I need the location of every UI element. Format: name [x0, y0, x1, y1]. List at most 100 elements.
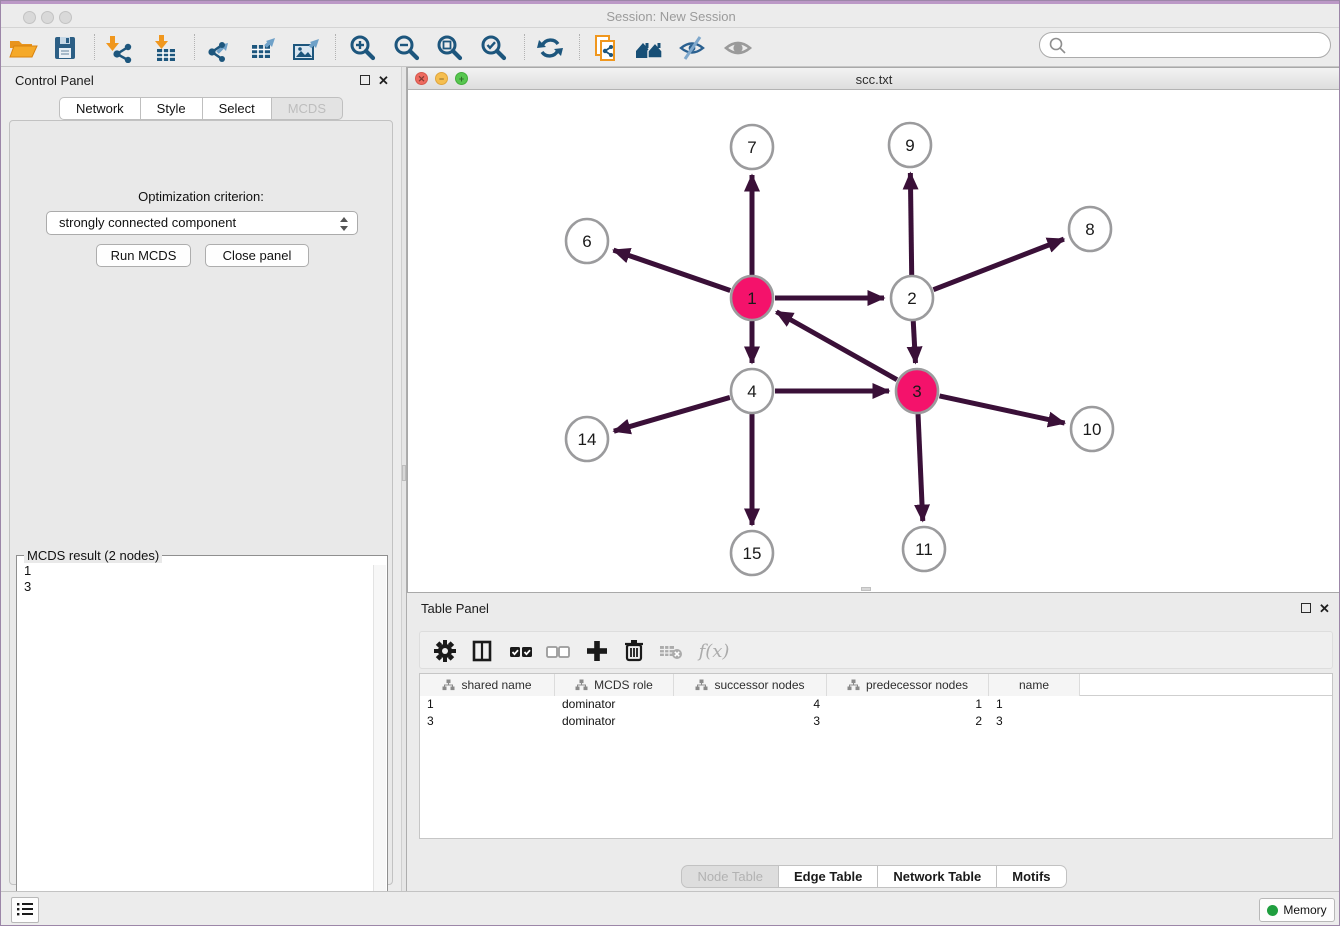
memory-button[interactable]: Memory — [1259, 898, 1335, 922]
control-panel-tabs: NetworkStyleSelectMCDS — [1, 97, 401, 120]
task-history-list-icon[interactable] — [11, 897, 39, 923]
table-row[interactable]: 1dominator411 — [420, 696, 1332, 713]
delete-table-icon[interactable] — [654, 634, 688, 668]
open-session-icon[interactable] — [6, 33, 40, 63]
control-panel-title: Control Panel — [15, 73, 94, 88]
import-table-icon[interactable] — [149, 33, 183, 63]
toolbar-separator — [579, 34, 580, 60]
zoom-in-icon[interactable] — [346, 33, 380, 63]
graph-node-3[interactable]: 3 — [896, 369, 938, 413]
tab-edge-table[interactable]: Edge Table — [779, 865, 878, 888]
close-panel-icon[interactable]: ✕ — [378, 76, 389, 86]
network-window-titlebar[interactable]: ✕ − + scc.txt — [408, 68, 1340, 90]
tab-network-table[interactable]: Network Table — [878, 865, 997, 888]
application-window: Session: New Session — [0, 0, 1340, 926]
zoom-fit-icon[interactable] — [433, 33, 467, 63]
export-network-icon[interactable] — [202, 33, 236, 63]
table-toolbar: f(x) — [419, 631, 1333, 669]
splitter-handle[interactable] — [402, 465, 406, 481]
control-panel: Control Panel ✕ NetworkStyleSelectMCDS O… — [1, 67, 401, 891]
graph-node-15[interactable]: 15 — [731, 531, 773, 575]
tab-network[interactable]: Network — [59, 97, 141, 120]
graph-node-1[interactable]: 1 — [731, 276, 773, 320]
run-mcds-button[interactable]: Run MCDS — [96, 244, 191, 267]
column-header-shared-name[interactable]: shared name — [420, 674, 555, 696]
table-cell[interactable]: 3 — [989, 713, 1080, 730]
table-cell[interactable]: 1 — [420, 696, 555, 713]
settings-gear-icon[interactable] — [428, 634, 462, 668]
table-cell[interactable]: 1 — [989, 696, 1080, 713]
toolbar-separator — [524, 34, 525, 60]
refresh-icon[interactable] — [533, 33, 567, 63]
tab-motifs[interactable]: Motifs — [997, 865, 1066, 888]
delete-row-trash-icon[interactable] — [617, 634, 651, 668]
table-row[interactable]: 3dominator323 — [420, 713, 1332, 730]
search-input[interactable] — [1070, 35, 1320, 55]
window-title: Session: New Session — [1, 9, 1340, 24]
window-resize-handle[interactable] — [861, 587, 871, 591]
graph-node-7[interactable]: 7 — [731, 125, 773, 169]
graph-edge-2-3[interactable] — [913, 321, 915, 363]
search-box — [1039, 32, 1331, 58]
column-view-icon[interactable] — [465, 634, 499, 668]
graph-node-8[interactable]: 8 — [1069, 207, 1111, 251]
home-icon[interactable] — [633, 33, 667, 63]
graph-edge-2-9[interactable] — [910, 173, 911, 275]
tab-node-table[interactable]: Node Table — [681, 865, 779, 888]
main-toolbar — [1, 28, 1340, 67]
column-header-successor-nodes[interactable]: successor nodes — [674, 674, 827, 696]
graph-node-11[interactable]: 11 — [903, 527, 945, 571]
graph-edge-3-10[interactable] — [939, 396, 1064, 423]
deselect-all-icon[interactable] — [541, 634, 575, 668]
node-table[interactable]: shared nameMCDS rolesuccessor nodesprede… — [419, 673, 1333, 839]
svg-text:1: 1 — [747, 289, 756, 308]
dropdown-value: strongly connected component — [59, 215, 236, 230]
add-row-icon[interactable] — [580, 634, 614, 668]
optimization-criterion-dropdown[interactable]: strongly connected component — [46, 211, 358, 235]
graph-node-10[interactable]: 10 — [1071, 407, 1113, 451]
zoom-out-icon[interactable] — [390, 33, 424, 63]
float-panel-icon[interactable] — [360, 75, 370, 85]
save-session-icon[interactable] — [48, 33, 82, 63]
table-cell[interactable]: 3 — [420, 713, 555, 730]
graph-edge-2-8[interactable] — [933, 239, 1063, 290]
hide-panels-eye-icon[interactable] — [676, 33, 710, 63]
table-cell[interactable]: 4 — [674, 696, 827, 713]
scrollbar[interactable] — [373, 565, 386, 926]
close-table-panel-icon[interactable]: ✕ — [1319, 604, 1330, 614]
zoom-selected-icon[interactable] — [477, 33, 511, 63]
export-image-icon[interactable] — [289, 33, 323, 63]
close-panel-button[interactable]: Close panel — [205, 244, 309, 267]
tab-mcds[interactable]: MCDS — [272, 97, 343, 120]
graph-node-4[interactable]: 4 — [731, 369, 773, 413]
table-cell[interactable]: dominator — [555, 713, 674, 730]
table-cell[interactable]: 2 — [827, 713, 989, 730]
tab-style[interactable]: Style — [141, 97, 203, 120]
network-document-icon[interactable] — [589, 33, 623, 63]
graph-edge-3-11[interactable] — [918, 414, 923, 521]
function-builder-icon[interactable]: f(x) — [692, 634, 736, 668]
svg-text:11: 11 — [915, 540, 933, 559]
table-cell[interactable]: 3 — [674, 713, 827, 730]
column-header-predecessor-nodes[interactable]: predecessor nodes — [827, 674, 989, 696]
svg-text:15: 15 — [743, 544, 762, 563]
tab-select[interactable]: Select — [203, 97, 272, 120]
graph-node-2[interactable]: 2 — [891, 276, 933, 320]
column-header-MCDS-role[interactable]: MCDS role — [555, 674, 674, 696]
graph-node-14[interactable]: 14 — [566, 417, 608, 461]
graph-edge-1-6[interactable] — [613, 250, 730, 290]
column-header-name[interactable]: name — [989, 674, 1080, 696]
table-cell[interactable]: dominator — [555, 696, 674, 713]
import-network-icon[interactable] — [102, 33, 136, 63]
export-table-icon[interactable] — [246, 33, 280, 63]
graph-edge-3-1[interactable] — [776, 312, 897, 380]
svg-text:2: 2 — [907, 289, 916, 308]
graph-node-9[interactable]: 9 — [889, 123, 931, 167]
graph-node-6[interactable]: 6 — [566, 219, 608, 263]
select-all-icon[interactable] — [504, 634, 538, 668]
network-graph-canvas[interactable]: 7 9 6 8 1 2 4 3 14 10 15 11 — [408, 90, 1340, 592]
show-panels-eye-icon[interactable] — [721, 33, 755, 63]
float-table-panel-icon[interactable] — [1301, 603, 1311, 613]
table-cell[interactable]: 1 — [827, 696, 989, 713]
graph-edge-4-14[interactable] — [614, 397, 730, 431]
